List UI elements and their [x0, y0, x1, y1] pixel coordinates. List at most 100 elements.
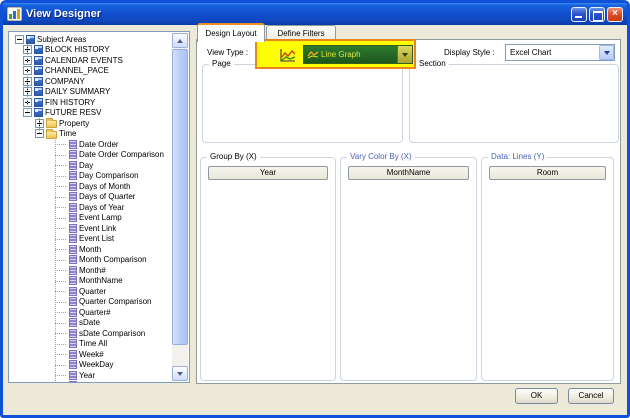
line-graph-icon	[279, 47, 297, 63]
connector-line	[55, 150, 67, 160]
tree-item-label: Week#	[79, 350, 104, 359]
chevron-down-icon[interactable]	[397, 46, 412, 63]
tree-item-label: Event Link	[79, 224, 116, 233]
cube-icon	[34, 87, 43, 96]
connector-line	[55, 192, 67, 202]
tree-item[interactable]: Days of Quarter	[9, 192, 172, 203]
scroll-down-icon[interactable]	[172, 366, 188, 381]
tree-item[interactable]: FUTURE RESV	[9, 108, 172, 119]
tree-item[interactable]: Day	[9, 160, 172, 171]
leaf-icon	[69, 245, 77, 254]
tree-item[interactable]: WeekDay	[9, 360, 172, 371]
tree-item[interactable]: Event Link	[9, 223, 172, 234]
tree-item-label: Subject Areas	[37, 35, 86, 44]
tree-item-label: Property	[59, 119, 89, 128]
field-button-year[interactable]: Year	[208, 166, 328, 180]
tree-item[interactable]: Days of Year	[9, 202, 172, 213]
connector-line	[55, 370, 67, 380]
tree-connector-line	[39, 118, 40, 134]
tree-item[interactable]: Date Order	[9, 139, 172, 150]
tree-item[interactable]: CALENDAR EVENTS	[9, 55, 172, 66]
tree-item[interactable]: Year Comparison	[9, 381, 172, 383]
tree-item[interactable]: Event Lamp	[9, 213, 172, 224]
tree-item[interactable]: Month	[9, 244, 172, 255]
leaf-icon	[69, 140, 77, 149]
cube-icon	[34, 77, 43, 86]
leaf-icon	[69, 329, 77, 338]
tree-item[interactable]: Week#	[9, 349, 172, 360]
tree-item[interactable]: FIN HISTORY	[9, 97, 172, 108]
titlebar[interactable]: View Designer ×	[3, 3, 627, 25]
scroll-up-icon[interactable]	[172, 33, 188, 48]
tree-item[interactable]: Month#	[9, 265, 172, 276]
tree-item[interactable]: Time All	[9, 339, 172, 350]
data-lines-dropzone[interactable]: Data: Lines (Y) Room	[481, 157, 614, 381]
tree-item[interactable]: sDate	[9, 318, 172, 329]
tree-item[interactable]: MonthName	[9, 276, 172, 287]
tab-design-layout[interactable]: Design Layout	[197, 23, 265, 42]
leaf-icon	[69, 182, 77, 191]
ok-button[interactable]: OK	[515, 388, 558, 404]
tree-item[interactable]: Subject Areas	[9, 34, 172, 45]
page-label: Page	[209, 59, 234, 68]
tree-item-label: Quarter Comparison	[79, 297, 151, 306]
tree-item-label: Event Lamp	[79, 213, 122, 222]
cube-icon	[34, 108, 43, 117]
scrollbar-thumb[interactable]	[172, 49, 188, 345]
display-style-value: Excel Chart	[510, 48, 551, 57]
tree-item[interactable]: Year	[9, 370, 172, 381]
tree-item[interactable]: COMPANY	[9, 76, 172, 87]
tree-item[interactable]: Day Comparison	[9, 171, 172, 182]
vary-color-by-label: Vary Color By (X)	[347, 152, 415, 161]
view-type-select[interactable]: Line Graph	[303, 45, 413, 64]
view-type-value: Line Graph	[321, 50, 361, 59]
leaf-icon	[69, 350, 77, 359]
folder-icon	[46, 131, 57, 139]
field-button-monthname[interactable]: MonthName	[348, 166, 469, 180]
tree-scrollbar[interactable]	[172, 33, 188, 381]
tree-item[interactable]: Property	[9, 118, 172, 129]
collapse-icon[interactable]	[15, 35, 24, 44]
tree-item[interactable]: Days of Month	[9, 181, 172, 192]
tree-item[interactable]: Time	[9, 129, 172, 140]
leaf-icon	[69, 150, 77, 159]
tree-item[interactable]: CHANNEL_PACE	[9, 66, 172, 77]
tree-item-label: Year	[79, 371, 95, 380]
section-dropzone[interactable]: Section	[409, 64, 619, 143]
tree-item[interactable]: Quarter#	[9, 307, 172, 318]
tree-item[interactable]: DAILY SUMMARY	[9, 87, 172, 98]
tree-item[interactable]: BLOCK HISTORY	[9, 45, 172, 56]
connector-line	[55, 381, 67, 382]
leaf-icon	[69, 161, 77, 170]
tree-item[interactable]: Date Order Comparison	[9, 150, 172, 161]
maximize-icon[interactable]	[589, 7, 605, 22]
tree-item[interactable]: Quarter Comparison	[9, 297, 172, 308]
connector-line	[55, 360, 67, 370]
tree-item[interactable]: sDate Comparison	[9, 328, 172, 339]
field-button-room[interactable]: Room	[489, 166, 606, 180]
connector-line	[55, 213, 67, 223]
tree-item-label: Date Order	[79, 140, 119, 149]
tree-item[interactable]: Quarter	[9, 286, 172, 297]
minimize-icon[interactable]	[571, 7, 587, 22]
app-icon	[7, 7, 22, 21]
page-dropzone[interactable]: Page	[202, 64, 403, 143]
cancel-button[interactable]: Cancel	[568, 388, 614, 404]
tree-connector-line	[55, 140, 56, 383]
tree-item-label: CHANNEL_PACE	[45, 66, 109, 75]
chevron-down-icon[interactable]	[599, 45, 614, 60]
tree-item[interactable]: Month Comparison	[9, 255, 172, 266]
group-by-dropzone[interactable]: Group By (X) Year	[200, 157, 336, 381]
leaf-icon	[69, 255, 77, 264]
tree-item-label: DAILY SUMMARY	[45, 87, 110, 96]
tree-item-label: BLOCK HISTORY	[45, 45, 110, 54]
connector-line	[55, 349, 67, 359]
vary-color-by-dropzone[interactable]: Vary Color By (X) MonthName	[340, 157, 477, 381]
display-style-select[interactable]: Excel Chart	[505, 44, 615, 61]
close-icon[interactable]: ×	[607, 7, 623, 22]
connector-line	[55, 139, 67, 149]
tree-item[interactable]: Event List	[9, 234, 172, 245]
tree-item-label: Month Comparison	[79, 255, 147, 264]
connector-line	[55, 255, 67, 265]
tree-item-label: FIN HISTORY	[45, 98, 95, 107]
